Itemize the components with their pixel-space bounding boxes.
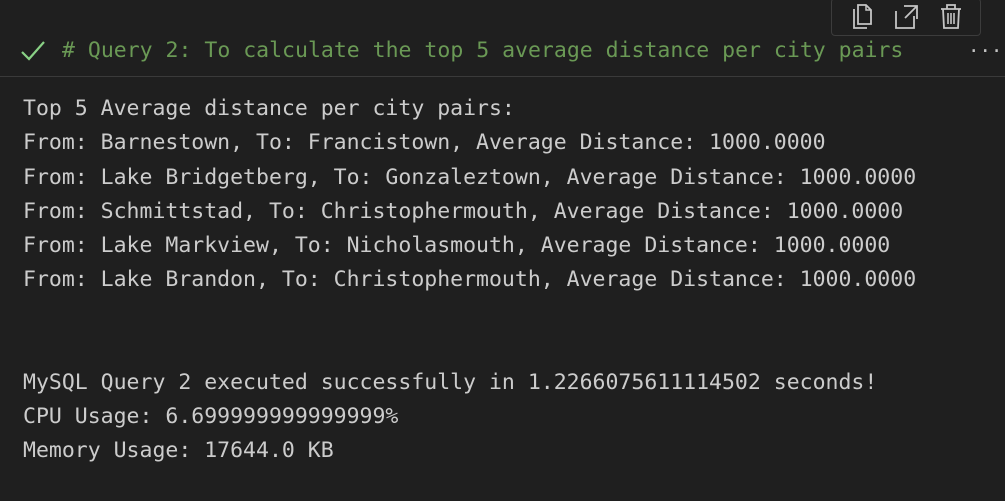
output-row: From: Lake Brandon, To: Christophermouth… xyxy=(23,267,917,293)
execution-summary: MySQL Query 2 executed successfully in 1… xyxy=(23,369,878,395)
output-row: From: Schmittstad, To: Christophermouth,… xyxy=(23,198,904,224)
output-header: Top 5 Average distance per city pairs: xyxy=(23,96,515,121)
check-icon xyxy=(21,41,45,61)
cell-output: Top 5 Average distance per city pairs: F… xyxy=(23,92,1005,469)
output-spacer xyxy=(23,298,1005,366)
output-row: From: Lake Markview, To: Nicholasmouth, … xyxy=(23,233,891,259)
cell-title: # Query 2: To calculate the top 5 averag… xyxy=(62,38,904,63)
cpu-usage: CPU Usage: 6.699999999999999% xyxy=(23,404,399,430)
memory-usage: Memory Usage: 17644.0 KB xyxy=(23,438,334,464)
output-row: From: Lake Bridgetberg, To: Gonzaleztown… xyxy=(23,164,917,190)
cell-header[interactable]: # Query 2: To calculate the top 5 averag… xyxy=(0,26,1005,77)
more-actions-icon[interactable]: ··· xyxy=(968,38,1002,64)
output-row: From: Barnestown, To: Francistown, Avera… xyxy=(23,130,826,156)
